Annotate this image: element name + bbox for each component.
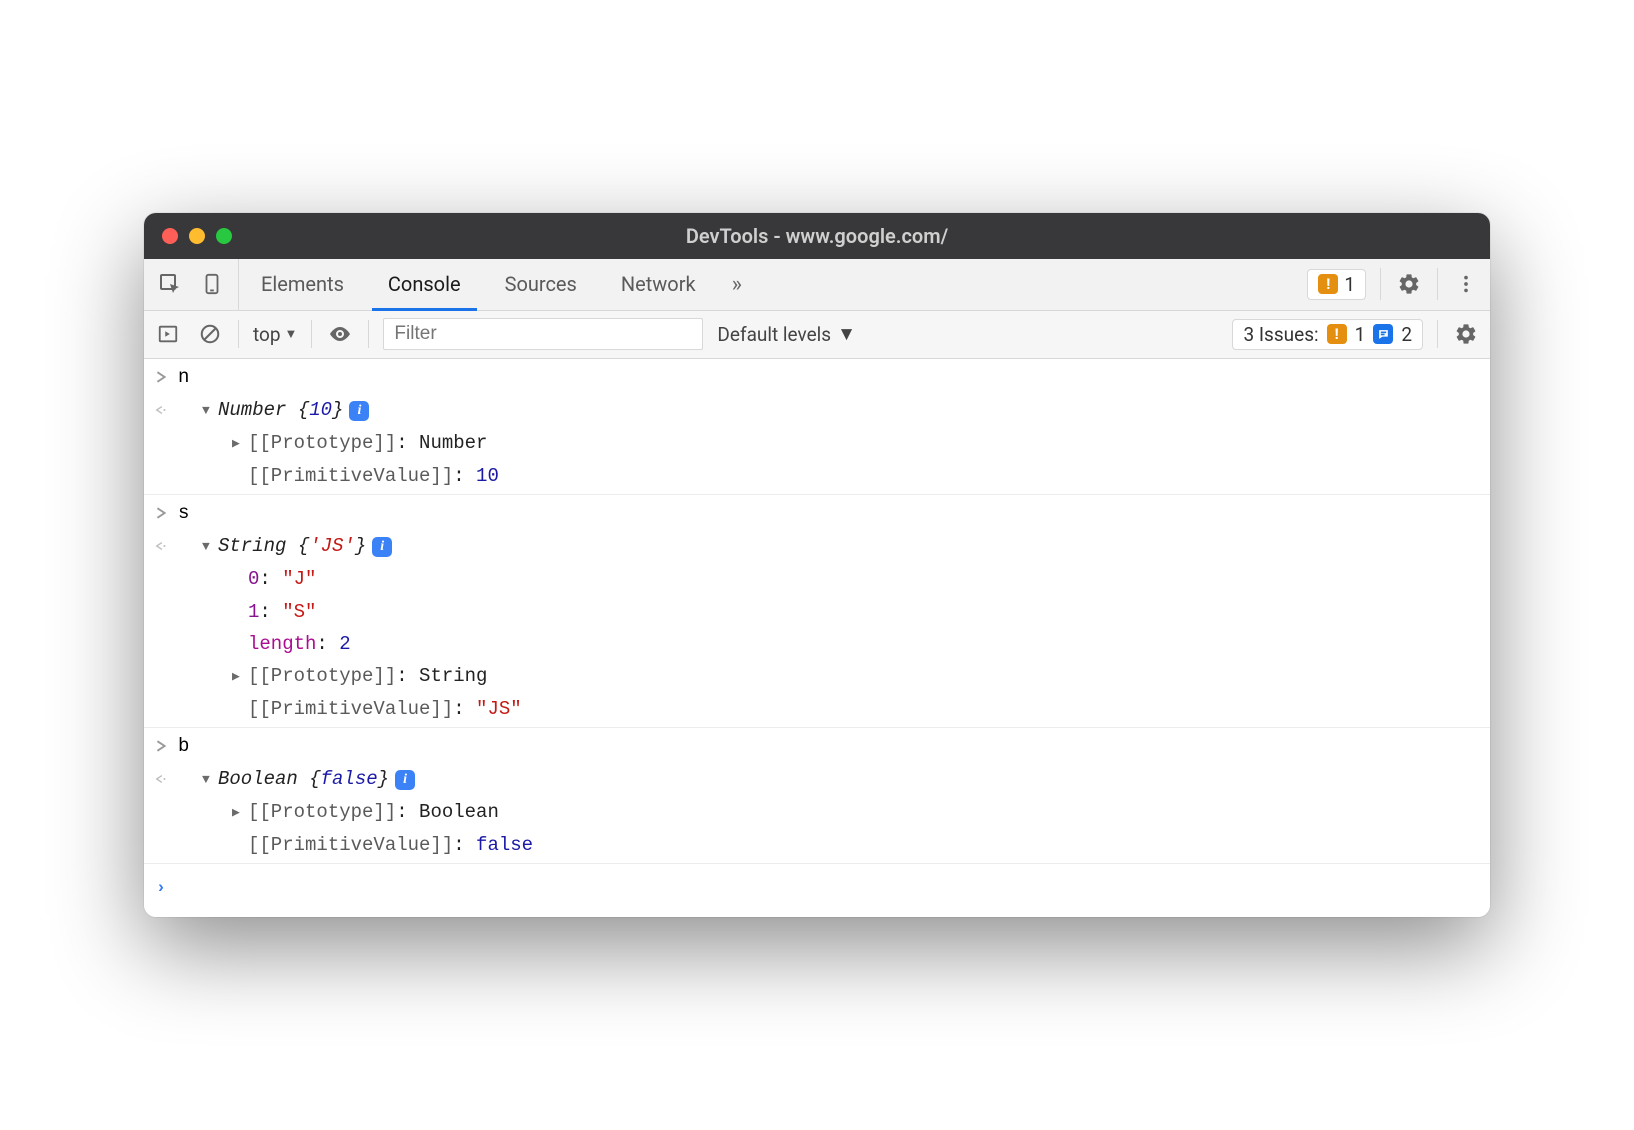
clear-console-icon[interactable] bbox=[196, 320, 224, 348]
window-minimize-button[interactable] bbox=[189, 228, 205, 244]
issues-message-count: 2 bbox=[1401, 323, 1412, 346]
output-caret-icon bbox=[144, 394, 178, 427]
inspect-element-icon[interactable] bbox=[156, 270, 184, 298]
console-settings-icon[interactable] bbox=[1452, 320, 1480, 348]
console-input: b bbox=[178, 730, 1490, 762]
filter-input[interactable] bbox=[383, 318, 703, 350]
console-entry: nNumber {10}i[[Prototype]]: Number[[Prim… bbox=[144, 359, 1490, 495]
issues-badge[interactable]: 3 Issues: ! 1 2 bbox=[1232, 319, 1423, 350]
object-property[interactable]: length: 2 bbox=[178, 628, 1490, 660]
context-label: top bbox=[253, 323, 281, 346]
prompt-caret-icon: › bbox=[158, 877, 164, 896]
console-input: n bbox=[178, 361, 1490, 393]
warning-icon: ! bbox=[1318, 274, 1338, 294]
live-expression-icon[interactable] bbox=[326, 320, 354, 348]
warnings-count: 1 bbox=[1344, 273, 1355, 296]
output-caret-icon bbox=[144, 530, 178, 563]
tab-elements[interactable]: Elements bbox=[239, 259, 366, 310]
tab-network[interactable]: Network bbox=[599, 259, 718, 310]
object-property[interactable]: 1: "S" bbox=[178, 596, 1490, 628]
expand-toggle-icon[interactable] bbox=[202, 536, 218, 558]
devtools-window: DevTools - www.google.com/ Elements Cons… bbox=[144, 213, 1490, 918]
toggle-sidebar-icon[interactable] bbox=[154, 320, 182, 348]
input-caret-icon bbox=[144, 497, 178, 530]
device-toolbar-icon[interactable] bbox=[198, 270, 226, 298]
info-icon[interactable]: i bbox=[349, 401, 369, 421]
object-property[interactable]: 0: "J" bbox=[178, 563, 1490, 595]
traffic-lights bbox=[144, 228, 232, 244]
expand-toggle-icon[interactable] bbox=[232, 802, 248, 824]
settings-icon[interactable] bbox=[1395, 270, 1423, 298]
warnings-badge[interactable]: ! 1 bbox=[1307, 269, 1366, 300]
object-property[interactable]: [[Prototype]]: String bbox=[178, 660, 1490, 692]
object-header[interactable]: String {'JS'}i bbox=[178, 530, 1490, 562]
console-entry: bBoolean {false}i[[Prototype]]: Boolean[… bbox=[144, 728, 1490, 864]
kebab-menu-icon[interactable] bbox=[1452, 270, 1480, 298]
titlebar: DevTools - www.google.com/ bbox=[144, 213, 1490, 259]
object-header[interactable]: Boolean {false}i bbox=[178, 763, 1490, 795]
info-icon[interactable]: i bbox=[372, 537, 392, 557]
input-caret-icon bbox=[144, 730, 178, 763]
warning-icon: ! bbox=[1327, 324, 1347, 344]
window-title: DevTools - www.google.com/ bbox=[144, 224, 1490, 248]
issues-label: 3 Issues: bbox=[1243, 323, 1318, 346]
window-close-button[interactable] bbox=[162, 228, 178, 244]
log-levels-selector[interactable]: Default levels ▼ bbox=[717, 322, 855, 346]
main-toolbar: Elements Console Sources Network » ! 1 bbox=[144, 259, 1490, 311]
console-body: nNumber {10}i[[Prototype]]: Number[[Prim… bbox=[144, 359, 1490, 918]
panel-tabs: Elements Console Sources Network » bbox=[239, 259, 756, 310]
object-property[interactable]: [[Prototype]]: Boolean bbox=[178, 796, 1490, 828]
object-property[interactable]: [[PrimitiveValue]]: "JS" bbox=[178, 693, 1490, 725]
object-property[interactable]: [[Prototype]]: Number bbox=[178, 427, 1490, 459]
expand-toggle-icon[interactable] bbox=[232, 433, 248, 455]
message-icon bbox=[1373, 324, 1393, 344]
output-caret-icon bbox=[144, 763, 178, 796]
levels-label: Default levels bbox=[717, 323, 831, 346]
more-tabs-button[interactable]: » bbox=[718, 259, 756, 310]
window-maximize-button[interactable] bbox=[216, 228, 232, 244]
object-header[interactable]: Number {10}i bbox=[178, 394, 1490, 426]
chevron-down-icon: ▼ bbox=[837, 322, 856, 346]
expand-toggle-icon[interactable] bbox=[202, 769, 218, 791]
console-toolbar: top ▼ Default levels ▼ 3 Issues: ! 1 2 bbox=[144, 311, 1490, 359]
console-entry: sString {'JS'}i0: "J"1: "S"length: 2[[Pr… bbox=[144, 495, 1490, 728]
object-property[interactable]: [[PrimitiveValue]]: 10 bbox=[178, 460, 1490, 492]
console-input: s bbox=[178, 497, 1490, 529]
chevron-down-icon: ▼ bbox=[285, 326, 298, 342]
info-icon[interactable]: i bbox=[395, 770, 415, 790]
expand-toggle-icon[interactable] bbox=[202, 400, 218, 422]
tab-sources[interactable]: Sources bbox=[483, 259, 599, 310]
tab-console[interactable]: Console bbox=[366, 259, 483, 310]
input-caret-icon bbox=[144, 361, 178, 394]
object-property[interactable]: [[PrimitiveValue]]: false bbox=[178, 829, 1490, 861]
expand-toggle-icon[interactable] bbox=[232, 666, 248, 688]
issues-warning-count: 1 bbox=[1355, 323, 1366, 346]
context-selector[interactable]: top ▼ bbox=[253, 323, 297, 346]
